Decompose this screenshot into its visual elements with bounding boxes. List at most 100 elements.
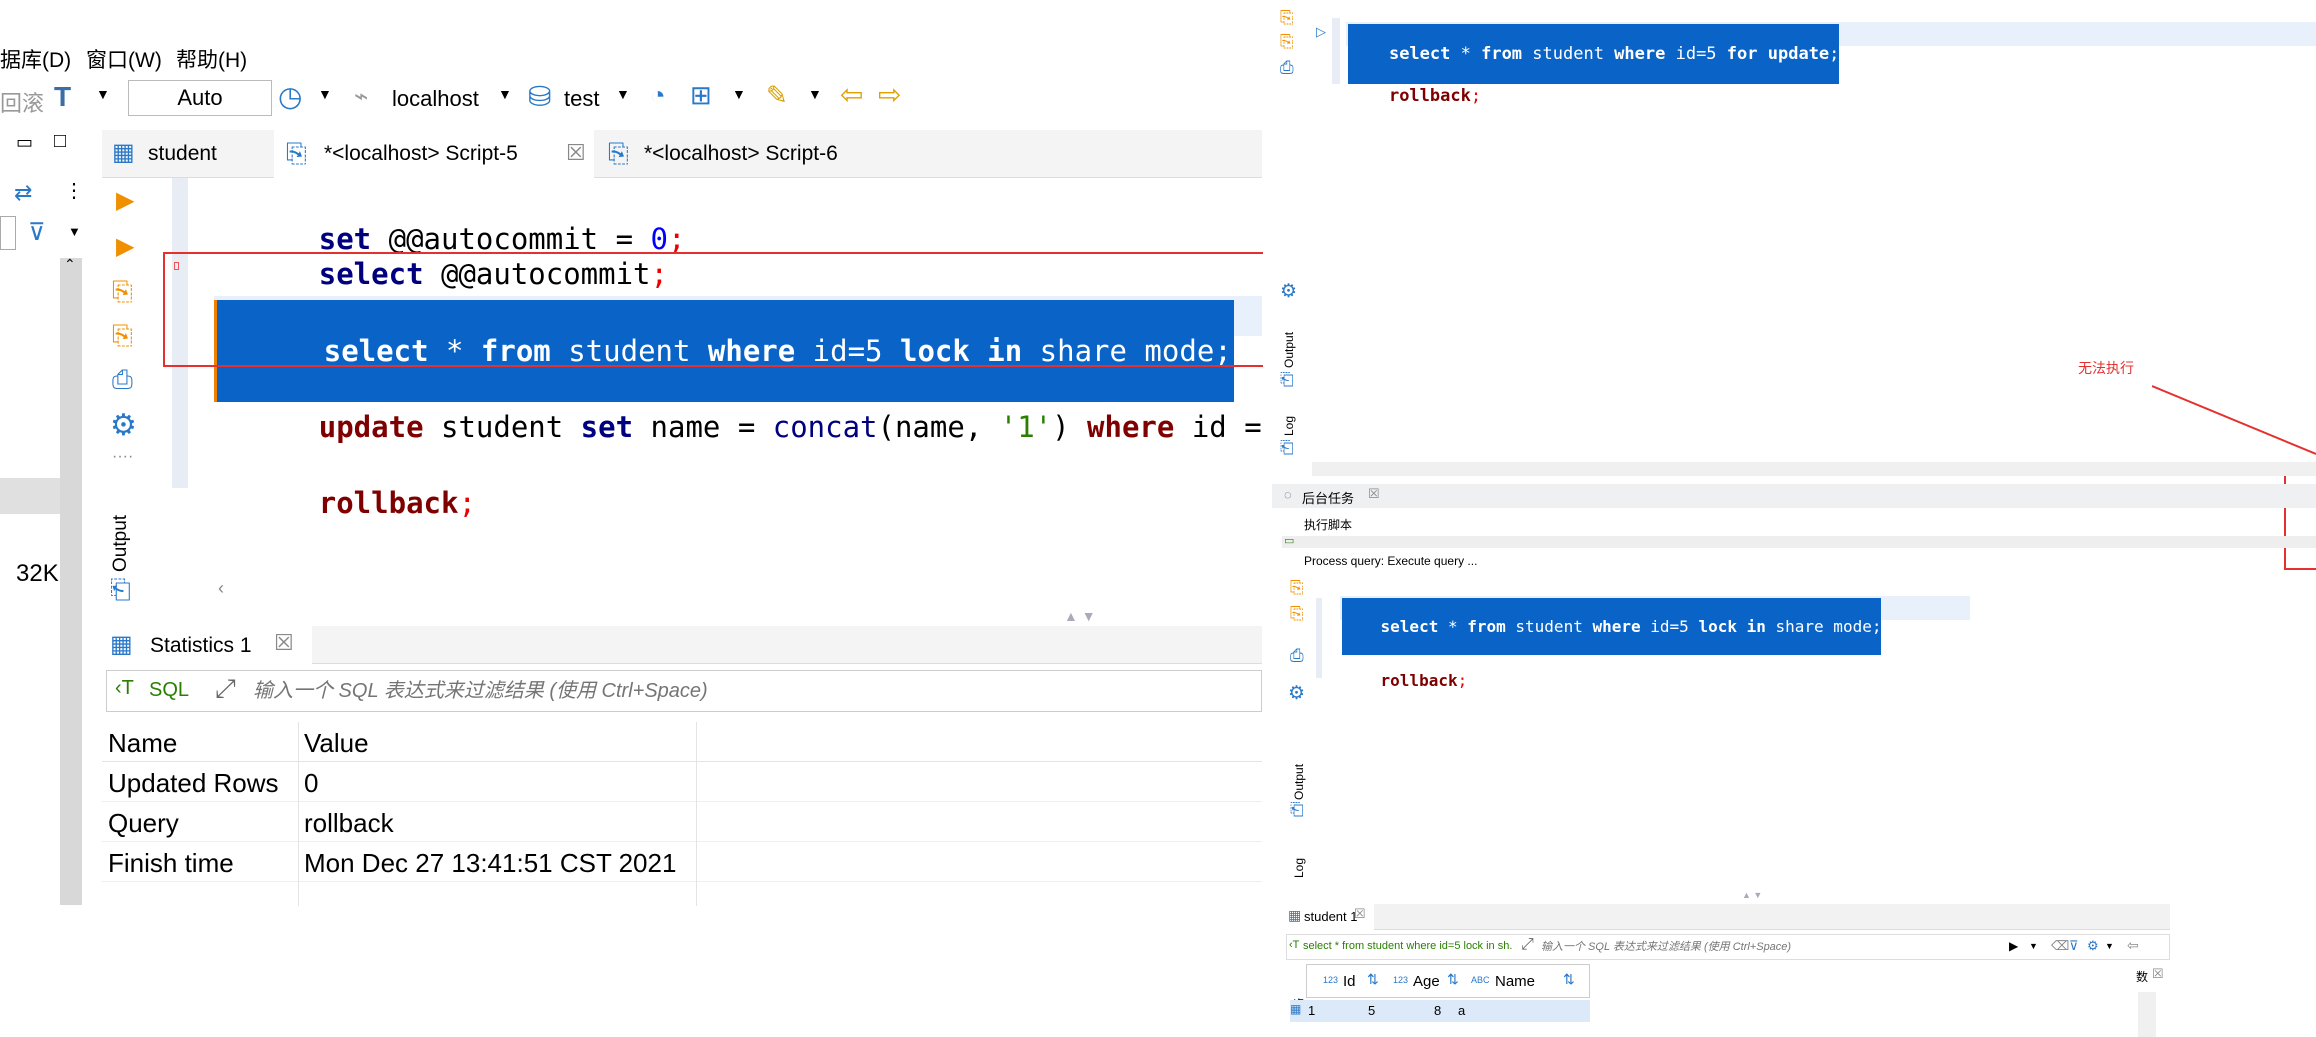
chevron-down-icon[interactable]: ▼	[96, 86, 110, 102]
filter-icon[interactable]: ⊽	[28, 218, 46, 247]
tx-mode-field[interactable]: Auto	[128, 80, 272, 116]
output-label[interactable]: Output	[110, 515, 132, 572]
output-label[interactable]: Output	[1282, 332, 1296, 368]
execute-script-icon[interactable]: ⎘	[1290, 578, 1304, 598]
back-icon[interactable]: ⇦	[2127, 937, 2139, 954]
close-icon[interactable]: ☒	[1354, 906, 1366, 922]
back-icon[interactable]: ⇦	[840, 78, 863, 111]
scroll-left-icon[interactable]: ‹	[218, 578, 224, 599]
horizontal-scrollbar[interactable]	[150, 586, 1262, 604]
chevron-down-icon[interactable]: ▼	[318, 86, 332, 102]
horizontal-scrollbar[interactable]	[1312, 462, 2316, 476]
database-name[interactable]: test	[564, 86, 599, 112]
chevron-down-icon[interactable]: ▼	[808, 86, 822, 102]
log-label[interactable]: Log	[1292, 858, 1306, 878]
database-icon[interactable]: ⛁	[528, 80, 551, 113]
table-row[interactable]: ▦ 1 5 8 a	[1290, 1000, 1590, 1022]
sort-icon[interactable]: ⇅	[1447, 971, 1459, 988]
expand-icon[interactable]: ⤢	[215, 673, 236, 705]
log-label[interactable]: Log	[1282, 416, 1296, 436]
panel-toggle-icon[interactable]: ☒	[2152, 966, 2164, 982]
more-icon[interactable]: ⋮	[64, 178, 84, 203]
table-row[interactable]: Finish time Mon Dec 27 13:41:51 CST 2021	[102, 842, 1262, 882]
execute-new-tab-icon[interactable]: ▶	[116, 232, 134, 261]
tab-script-6[interactable]: ⎘ *<localhost> Script-6	[598, 130, 918, 178]
chevron-down-icon[interactable]: ▼	[732, 86, 746, 102]
col-header-age[interactable]: Age	[1413, 973, 1440, 990]
table-row[interactable]: Query rollback	[102, 802, 1262, 842]
maximize-icon[interactable]: □	[54, 130, 66, 153]
chevron-down-icon[interactable]: ▼	[2029, 941, 2038, 951]
explain-icon[interactable]: ⎙	[1290, 646, 1304, 666]
log-icon[interactable]: ⎗	[1280, 438, 1294, 458]
left-filter-input[interactable]	[0, 216, 16, 250]
tab-statistics[interactable]: ▦ Statistics 1 ☒	[102, 626, 312, 664]
connection-name[interactable]: localhost	[392, 86, 479, 112]
explain-icon[interactable]: ⎙	[1280, 58, 1294, 78]
chevron-down-icon[interactable]: ▼	[2105, 941, 2114, 951]
transaction-mode-icon[interactable]: T	[54, 81, 71, 113]
gear-icon[interactable]: ⚙	[1280, 280, 1297, 303]
gear-icon[interactable]: ⚙	[1288, 682, 1305, 705]
forward-icon[interactable]: ⇨	[878, 78, 901, 111]
sort-icon[interactable]: ⇅	[1367, 971, 1379, 988]
filter-input[interactable]	[253, 675, 1253, 707]
dashboard-icon[interactable]: ◔	[650, 80, 666, 111]
output-icon[interactable]: ⎗	[110, 574, 131, 606]
execute-script-new-tab-icon[interactable]: ⎘	[1280, 32, 1294, 52]
chevron-down-icon[interactable]: ▼	[616, 86, 630, 102]
erase-icon[interactable]: ⌫	[2051, 938, 2069, 954]
explain-icon[interactable]: ⎙	[112, 364, 133, 396]
navigator-icon[interactable]: ⊞	[690, 80, 712, 111]
filter-icon[interactable]: ⊽	[2069, 938, 2079, 954]
sql-icon[interactable]: ‹T	[115, 677, 134, 700]
col-header-value[interactable]: Value	[304, 728, 369, 759]
settings-icon[interactable]: ⚙	[2087, 938, 2099, 954]
col-header-name[interactable]: Name	[108, 728, 177, 759]
sort-icon[interactable]: ⇅	[1563, 971, 1575, 988]
close-icon[interactable]: ☒	[566, 140, 586, 166]
scrollbar[interactable]	[60, 258, 82, 905]
history-icon[interactable]: ◷	[278, 80, 302, 113]
execute-script-icon[interactable]: ⎘	[112, 276, 133, 308]
scroll-up-icon[interactable]: ⌃	[64, 256, 76, 273]
sql-label[interactable]: SQL	[149, 679, 189, 702]
connection-icon[interactable]: ⌁	[354, 82, 368, 111]
tab-script-5[interactable]: ⎘ *<localhost> Script-5 ☒	[274, 130, 594, 178]
menu-database[interactable]: 据库(D)	[0, 44, 71, 74]
close-icon[interactable]: ☒	[274, 630, 294, 656]
chevron-down-icon[interactable]: ▼	[68, 224, 81, 239]
execute-icon[interactable]: ▶	[116, 186, 134, 215]
chevron-down-icon[interactable]: ▼	[498, 86, 512, 102]
gear-icon[interactable]: ⚙	[110, 408, 137, 443]
menu-help[interactable]: 帮助(H)	[176, 44, 247, 74]
col-header-id[interactable]: Id	[1343, 973, 1356, 990]
code-editor[interactable]: set @@autocommit = 0; select @@autocommi…	[150, 178, 1314, 598]
table-row[interactable]: Updated Rows 0	[102, 762, 1262, 802]
vertical-scrollbar[interactable]	[2138, 992, 2156, 1037]
close-icon[interactable]: ☒	[1368, 486, 1380, 502]
minimize-icon[interactable]: ▭	[16, 132, 33, 153]
filter-sql[interactable]: select * from student where id=5 lock in…	[1303, 940, 1512, 952]
rollback-label[interactable]: 回滚	[0, 86, 44, 118]
execute-script-icon[interactable]: ⎘	[1280, 8, 1294, 28]
tools-icon[interactable]: ✎	[766, 80, 788, 111]
panel-arrows-icon[interactable]: ▲ ▼	[1742, 890, 1762, 900]
output-label[interactable]: Output	[1292, 764, 1306, 800]
menu-window[interactable]: 窗口(W)	[86, 44, 162, 74]
execute-script-new-tab-icon[interactable]: ⎘	[112, 320, 133, 352]
col-header-name[interactable]: Name	[1495, 973, 1535, 990]
execute-script-new-tab-icon[interactable]: ⎘	[1290, 604, 1304, 624]
panel-arrows-icon[interactable]: ▲ ▼	[1064, 608, 1096, 624]
filter-apply-icon[interactable]: ▶	[2009, 939, 2018, 953]
execute-icon[interactable]: ▷	[1316, 24, 1326, 40]
filter-input[interactable]	[1541, 937, 1981, 957]
tab-student[interactable]: ▦ student	[102, 130, 274, 178]
sql-icon[interactable]: ‹T	[1289, 939, 1299, 951]
link-icon[interactable]: ⇄	[14, 180, 32, 206]
selected-row[interactable]	[0, 478, 60, 514]
output-icon[interactable]: ⎗	[1280, 370, 1294, 390]
bg-tab-label[interactable]: 后台任务	[1302, 488, 1354, 507]
expand-icon[interactable]: ⤢	[1521, 936, 1534, 954]
tab-student-1[interactable]: ▦ student 1 ☒	[1284, 904, 1374, 930]
